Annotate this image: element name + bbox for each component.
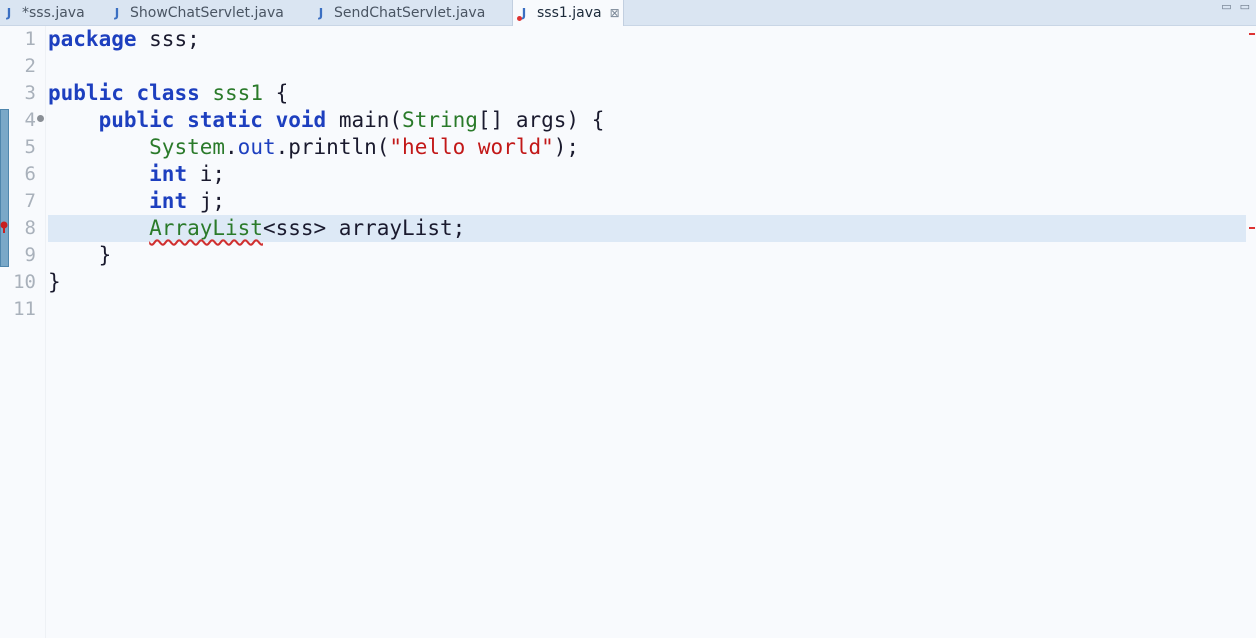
code-text: } <box>98 243 112 267</box>
string-literal: "hello world" <box>389 135 554 159</box>
tab-sss-java[interactable]: J *sss.java <box>2 0 106 25</box>
code-line-1: package sss; <box>48 26 1246 53</box>
code-text: [] args) { <box>477 108 605 132</box>
class-name: System <box>149 135 226 159</box>
line-number: 2 <box>24 55 36 77</box>
keyword: public <box>98 108 175 132</box>
code-text: main( <box>326 108 403 132</box>
tab-label: sss1.java <box>537 5 602 21</box>
editor-tab-bar: J *sss.java J ShowChatServlet.java J Sen… <box>0 0 1256 26</box>
line-number: 5 <box>24 136 36 158</box>
keyword: package <box>48 27 137 51</box>
maximize-icon[interactable]: ▭ <box>1240 0 1250 20</box>
line-number: 10 <box>13 271 36 293</box>
line-number: 1 <box>24 28 36 50</box>
code-text: .println( <box>275 135 390 159</box>
line-number: 3 <box>24 82 36 104</box>
overview-ruler[interactable] <box>1248 26 1256 638</box>
minimize-icon[interactable]: ▭ <box>1221 0 1231 20</box>
class-name-error: ArrayList <box>149 216 263 240</box>
line-number: 8 <box>24 217 36 239</box>
code-line-6: int i; <box>48 161 1246 188</box>
class-name: sss1 <box>212 81 263 105</box>
window-controls: ▭ ▭ <box>1221 0 1250 20</box>
code-text: j; <box>187 189 226 213</box>
java-file-icon: J <box>318 5 324 20</box>
line-number: 9 <box>24 244 36 266</box>
tab-showchatservlet-java[interactable]: J ShowChatServlet.java <box>110 0 310 25</box>
code-text: <sss> arrayList; <box>262 216 466 240</box>
code-line-7: int j; <box>48 188 1246 215</box>
tab-sss1-java[interactable]: J sss1.java ⊠ <box>512 0 624 26</box>
line-number: 6 <box>24 163 36 185</box>
tab-label: ShowChatServlet.java <box>130 4 284 21</box>
code-line-4: public static void main(String[] args) { <box>48 107 1246 134</box>
keyword: int <box>149 189 188 213</box>
java-file-icon: J <box>6 5 12 20</box>
line-number: 4 <box>24 109 36 131</box>
error-overview-mark[interactable] <box>1249 227 1255 229</box>
keyword: public <box>48 81 124 105</box>
code-line-10: } <box>48 269 1246 296</box>
fold-toggle-icon[interactable] <box>37 115 44 122</box>
class-name: String <box>402 108 478 132</box>
code-text: . <box>225 135 238 159</box>
code-text: { <box>262 81 289 105</box>
code-line-8: ArrayList<sss> arrayList; <box>48 215 1246 242</box>
tab-sendchatservlet-java[interactable]: J SendChatServlet.java <box>314 0 510 25</box>
keyword: int <box>149 162 188 186</box>
keyword: static <box>187 108 263 132</box>
code-text: sss; <box>136 27 200 51</box>
code-text: i; <box>187 162 226 186</box>
keyword: void <box>275 108 327 132</box>
keyword: class <box>136 81 200 105</box>
close-tab-icon[interactable]: ⊠ <box>610 6 620 20</box>
java-file-icon: J <box>114 5 120 20</box>
tab-label: SendChatServlet.java <box>334 4 486 21</box>
line-number: 7 <box>24 190 36 212</box>
line-number: 11 <box>13 298 36 320</box>
field-name: out <box>237 135 276 159</box>
code-line-3: public class sss1 { <box>48 80 1246 107</box>
tab-label: *sss.java <box>22 4 85 21</box>
code-line-5: System.out.println("hello world"); <box>48 134 1246 161</box>
code-text: ); <box>553 135 580 159</box>
code-line-9: } <box>48 242 1246 269</box>
code-text: } <box>48 270 61 294</box>
error-overview-mark[interactable] <box>1249 33 1255 35</box>
code-editor[interactable]: package sss; public class sss1 { public … <box>48 26 1246 638</box>
java-file-error-icon: J <box>517 5 531 21</box>
